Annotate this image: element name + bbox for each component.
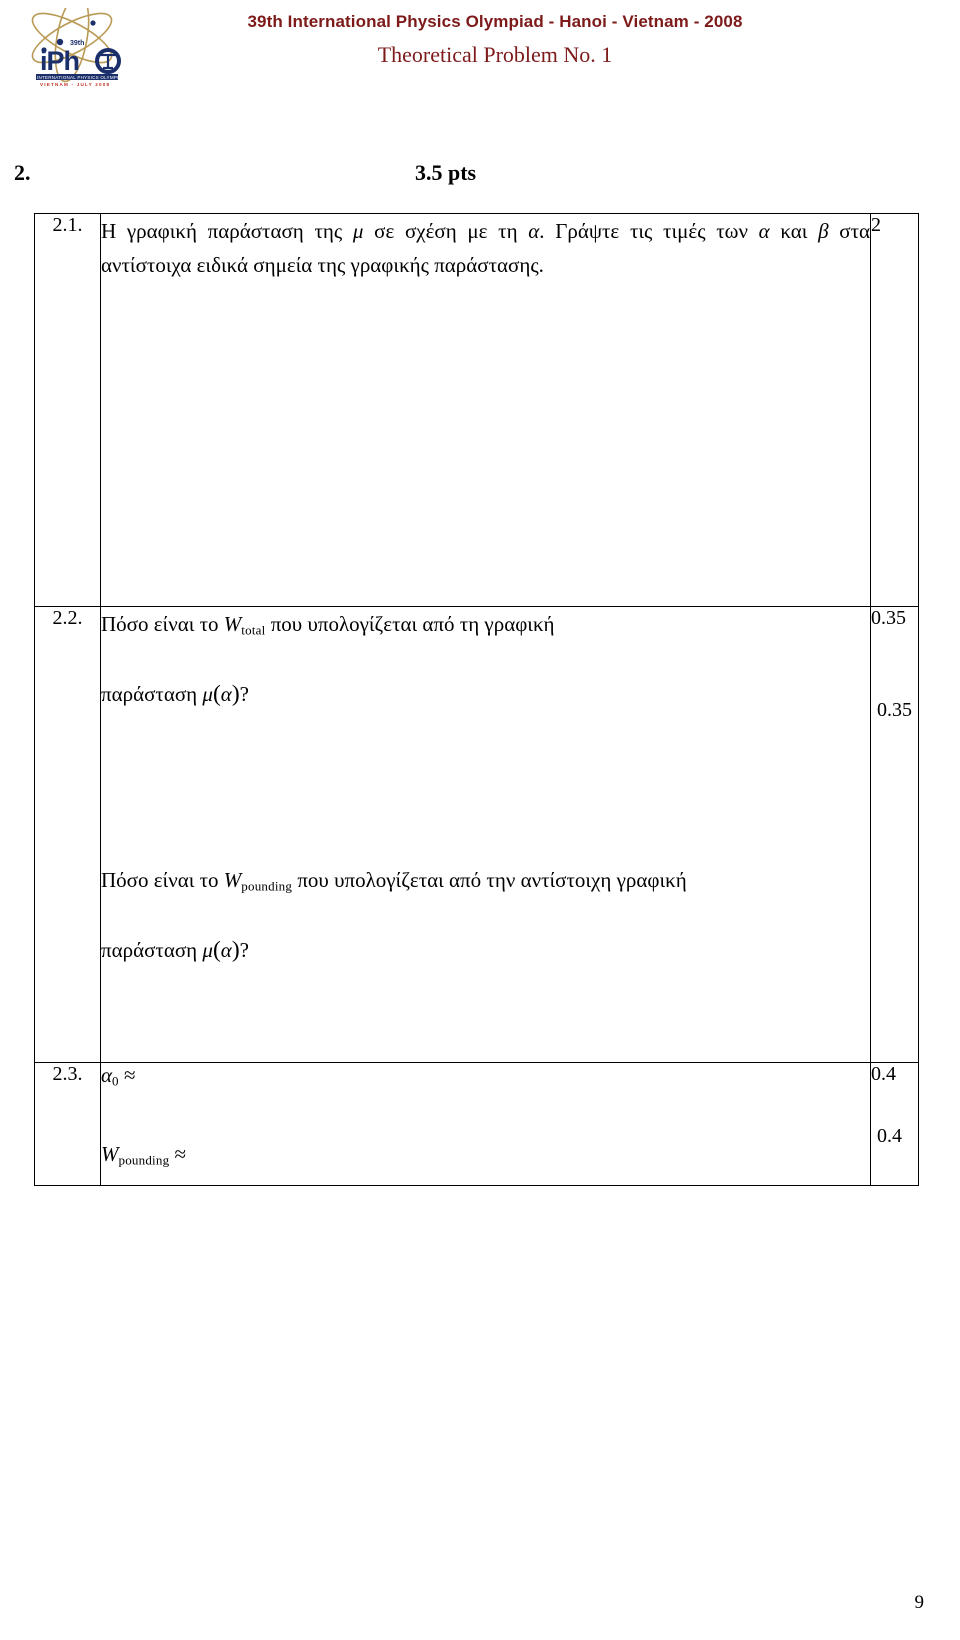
- q22a-post: που υπολογίζεται από τη γραφική: [265, 612, 555, 636]
- section-points: 3.5 pts: [415, 160, 477, 185]
- answer-relation-alpha: ≈: [124, 1063, 136, 1087]
- q22a-symbol-w: W: [223, 612, 242, 636]
- page-header: 39th iPh INTERNATIONAL PHYSICS OLYMPIAD …: [0, 0, 960, 96]
- row-body-21: Η γραφική παράσταση της μ σε σχέση με τη…: [100, 213, 871, 607]
- table-row: 2.3. α0 ≈ Wpounding ≈ 0.4 0.4: [34, 1062, 919, 1186]
- q22b-pre: παράσταση: [101, 682, 203, 707]
- row-index-21: 2.1.: [34, 213, 101, 607]
- question-text-22d: παράσταση μ(α)?: [101, 931, 870, 969]
- q22c-symbol-w: W: [223, 868, 242, 893]
- row-score-21: 2: [870, 213, 919, 607]
- q22d-paren-close: ): [231, 937, 240, 964]
- q21-pre: Η γραφική παράσταση της: [101, 219, 353, 243]
- row-body-23: α0 ≈ Wpounding ≈: [100, 1062, 871, 1186]
- q21-post: . Γράψτε τις τιμές των: [539, 219, 759, 243]
- row-score-22: 0.35 0.35: [870, 606, 919, 1063]
- page-number: 9: [914, 1592, 925, 1613]
- row-body-22: Πόσο είναι το Wtotal που υπολογίζεται απ…: [100, 606, 871, 1063]
- q22b-paren-close: ): [231, 681, 240, 708]
- header-title-competition: 39th International Physics Olympiad - Ha…: [247, 12, 743, 31]
- q22d-symbol-alpha: α: [220, 938, 232, 963]
- question-text-22b: παράσταση μ(α)?: [101, 675, 870, 713]
- row-score-23-first: 0.4: [871, 1063, 896, 1085]
- svg-text:INTERNATIONAL PHYSICS OLYMPIAD: INTERNATIONAL PHYSICS OLYMPIAD: [37, 75, 126, 80]
- q22b-symbol-alpha: α: [220, 682, 232, 707]
- q22b-symbol-mu: μ: [202, 682, 213, 707]
- answer-symbol-w-subscript: pounding: [118, 1152, 170, 1168]
- q21b-symbol-alpha: α: [758, 219, 770, 243]
- q22a-pre: Πόσο είναι το: [101, 612, 224, 636]
- row-index-22: 2.2.: [34, 606, 101, 1063]
- q22d-paren-open: (: [212, 937, 221, 964]
- q21b-mid: και: [769, 219, 819, 243]
- answer-symbol-alpha: α: [101, 1063, 113, 1087]
- section-heading: 2. 3.5 pts: [0, 160, 960, 190]
- answer-symbol-w: W: [101, 1141, 119, 1166]
- answer-line-wpounding: Wpounding ≈: [101, 1142, 870, 1169]
- q22a-symbol-w-subscript: total: [241, 622, 266, 638]
- svg-text:VIETNAM - JULY 2008: VIETNAM - JULY 2008: [40, 82, 110, 87]
- row-score-23-second: 0.4: [877, 1125, 902, 1147]
- header-title-problem: Theoretical Problem No. 1: [377, 42, 613, 67]
- row-score-22-first: 0.35: [871, 607, 906, 629]
- answer-relation-w: ≈: [174, 1141, 187, 1166]
- q22b-post: ?: [239, 682, 249, 707]
- q21-symbol-alpha: α: [528, 219, 540, 243]
- q22c-symbol-w-subscript: pounding: [241, 878, 293, 894]
- q21-mid: σε σχέση με τη: [363, 219, 529, 243]
- q21b-symbol-beta: β: [818, 219, 829, 243]
- question-text-22c: Πόσο είναι το Wpounding που υπολογίζεται…: [101, 863, 870, 897]
- question-text-22a: Πόσο είναι το Wtotal που υπολογίζεται απ…: [101, 607, 870, 641]
- grading-table: 2.1. Η γραφική παράσταση της μ σε σχέση …: [34, 213, 919, 1186]
- answer-line-alpha0: α0 ≈: [101, 1063, 870, 1090]
- table-row: 2.1. Η γραφική παράσταση της μ σε σχέση …: [34, 213, 919, 607]
- answer-symbol-alpha-subscript: 0: [112, 1073, 119, 1089]
- q22d-pre: παράσταση: [101, 938, 203, 963]
- q22d-symbol-mu: μ: [202, 938, 213, 963]
- q22c-pre: Πόσο είναι το: [101, 868, 224, 893]
- q21-symbol-mu: μ: [352, 219, 364, 243]
- question-text-21: Η γραφική παράσταση της μ σε σχέση με τη…: [101, 214, 870, 282]
- q22c-post: που υπολογίζεται από την αντίστοιχη γραφ…: [292, 868, 687, 893]
- row-score-22-second: 0.35: [877, 699, 912, 721]
- q22b-paren-open: (: [212, 681, 221, 708]
- q22d-post: ?: [239, 938, 249, 963]
- section-number: 2.: [14, 160, 31, 185]
- row-index-23: 2.3.: [34, 1062, 101, 1186]
- row-score-23: 0.4 0.4: [870, 1062, 919, 1186]
- table-row: 2.2. Πόσο είναι το Wtotal που υπολογίζετ…: [34, 606, 919, 1063]
